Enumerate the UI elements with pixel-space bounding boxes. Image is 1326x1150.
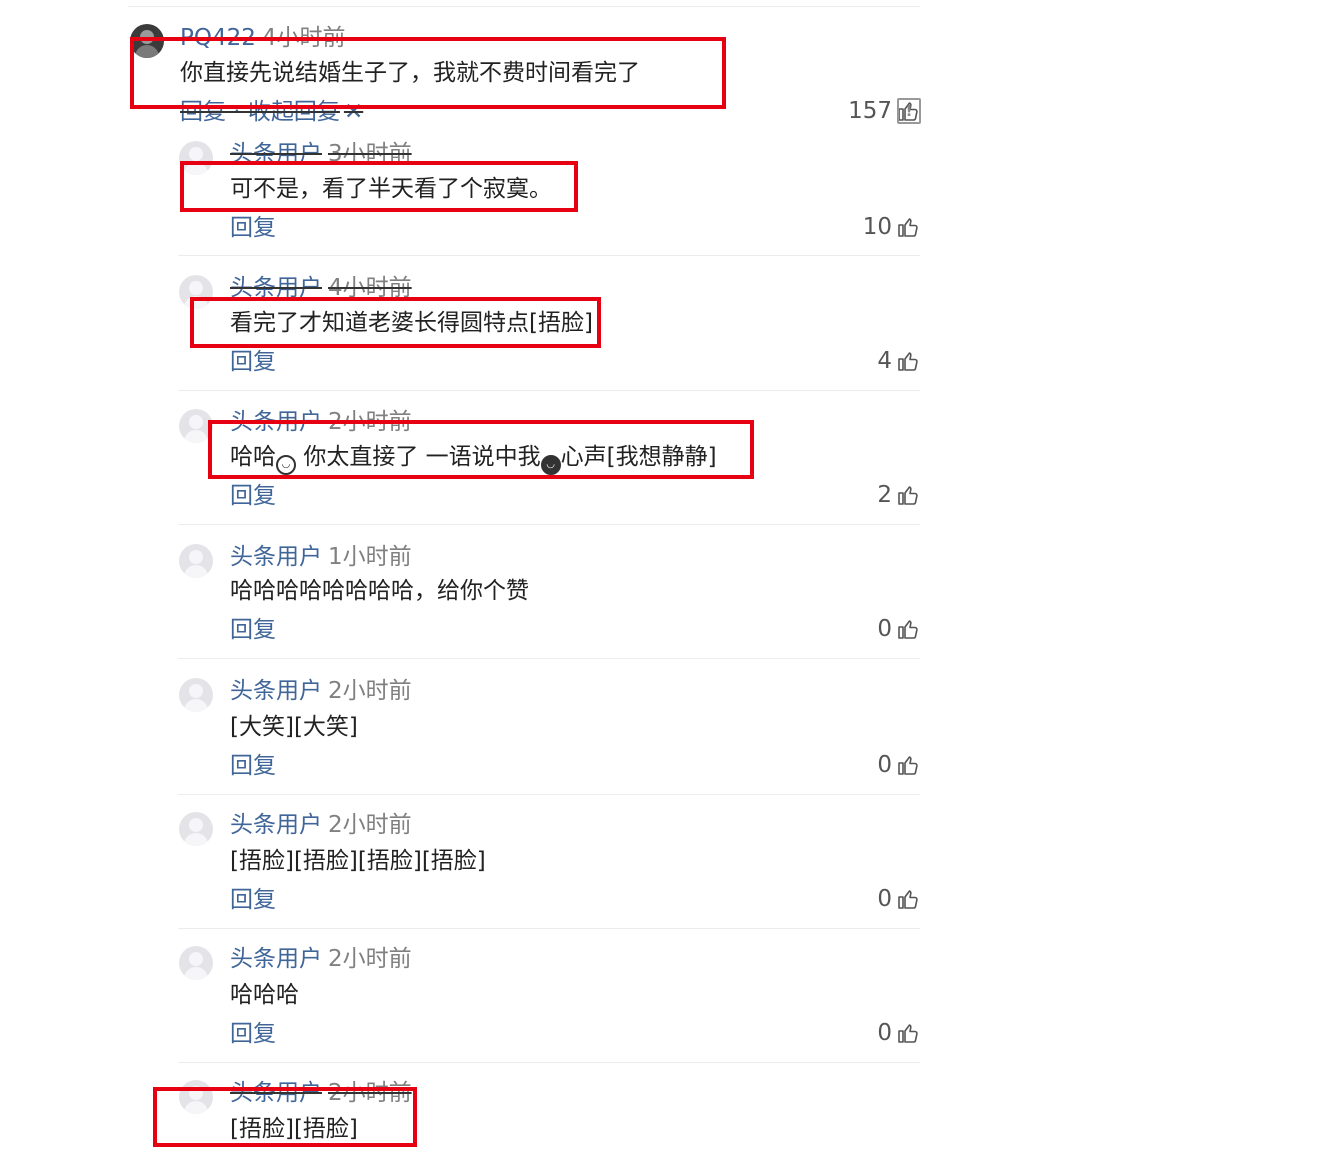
timestamp: 4小时前 bbox=[328, 275, 412, 301]
avatar[interactable] bbox=[179, 1080, 213, 1114]
reply-button[interactable]: 回复 bbox=[230, 482, 276, 510]
timestamp: 2小时前 bbox=[328, 409, 412, 435]
thumbs-up-icon bbox=[898, 756, 918, 775]
thumbs-up-icon bbox=[898, 620, 918, 639]
username[interactable]: 头条用户 bbox=[230, 678, 322, 704]
comment-meta: 头条用户 2小时前 bbox=[230, 945, 412, 973]
username[interactable]: 头条用户 bbox=[230, 946, 322, 972]
reply-button[interactable]: 回复 bbox=[230, 348, 276, 376]
username[interactable]: 头条用户 bbox=[230, 275, 322, 301]
timestamp: 2小时前 bbox=[328, 946, 412, 972]
reply-collapse-button[interactable]: 回复 · 收起回复 ✕ bbox=[180, 98, 363, 126]
comment-text: 看完了才知道老婆长得圆特点[捂脸] bbox=[230, 310, 593, 336]
thumbs-up-icon bbox=[898, 218, 918, 237]
comment-meta: PQ422 4小时前 bbox=[180, 24, 346, 52]
like-button[interactable]: 0 bbox=[877, 1018, 920, 1048]
comment-text: 哈哈哈 bbox=[230, 982, 299, 1008]
avatar[interactable] bbox=[179, 275, 213, 309]
avatar[interactable] bbox=[179, 678, 213, 712]
like-count: 157 bbox=[848, 98, 892, 124]
thumbs-up-icon bbox=[898, 890, 918, 909]
reply-button[interactable]: 回复 bbox=[230, 616, 276, 644]
comment-meta: 头条用户 2小时前 bbox=[230, 677, 412, 705]
comment-meta: 头条用户 2小时前 bbox=[230, 408, 412, 436]
like-count: 10 bbox=[862, 214, 892, 240]
username[interactable]: 头条用户 bbox=[230, 409, 322, 435]
comment-text: 哈哈 ◡ 你太直接了 一语说中我 ◡ 心声[我想静静] bbox=[230, 442, 717, 475]
timestamp: 2小时前 bbox=[328, 678, 412, 704]
comment-text: [捂脸][捂脸] bbox=[230, 1116, 358, 1142]
timestamp: 3小时前 bbox=[328, 141, 412, 167]
reply-button[interactable]: 回复 bbox=[230, 1020, 276, 1048]
username[interactable]: 头条用户 bbox=[230, 544, 322, 570]
divider bbox=[178, 524, 920, 525]
comment-meta: 头条用户 4小时前 bbox=[230, 274, 412, 302]
report-icon[interactable]: ! bbox=[897, 98, 921, 124]
like-button[interactable]: 0 bbox=[877, 750, 920, 780]
text-part: 哈哈 bbox=[230, 444, 276, 470]
username[interactable]: 头条用户 bbox=[230, 1080, 322, 1106]
like-button[interactable]: 4 bbox=[877, 346, 920, 376]
like-button[interactable]: 0 bbox=[877, 614, 920, 644]
divider bbox=[178, 390, 920, 391]
avatar[interactable] bbox=[179, 946, 213, 980]
timestamp: 2小时前 bbox=[328, 1080, 412, 1106]
reply-label: 回复 · 收起回复 bbox=[180, 99, 340, 125]
like-count: 0 bbox=[877, 1020, 892, 1046]
grin-emoji-icon: ◡ bbox=[276, 455, 296, 475]
thumbs-up-icon bbox=[898, 486, 918, 505]
comment-meta: 头条用户 2小时前 bbox=[230, 1079, 412, 1107]
comment-meta: 头条用户 1小时前 bbox=[230, 543, 412, 571]
avatar[interactable] bbox=[130, 24, 164, 58]
text-part: 心声[我想静静] bbox=[560, 444, 717, 470]
close-x-icon[interactable]: ✕ bbox=[344, 99, 363, 125]
avatar[interactable] bbox=[179, 544, 213, 578]
reply-button[interactable]: 回复 bbox=[230, 886, 276, 914]
comment-text: 可不是，看了半天看了个寂寞。 bbox=[230, 176, 552, 202]
thumbs-up-icon bbox=[898, 1024, 918, 1043]
timestamp: 2小时前 bbox=[328, 812, 412, 838]
comment-meta: 头条用户 2小时前 bbox=[230, 811, 412, 839]
comment-text: 你直接先说结婚生子了，我就不费时间看完了 bbox=[180, 60, 640, 86]
divider bbox=[178, 928, 920, 929]
like-count: 0 bbox=[877, 752, 892, 778]
laugh-emoji-icon: ◡ bbox=[540, 455, 561, 475]
comment-text: [捂脸][捂脸][捂脸][捂脸] bbox=[230, 848, 486, 874]
username[interactable]: 头条用户 bbox=[230, 812, 322, 838]
timestamp: 4小时前 bbox=[261, 25, 346, 51]
timestamp: 1小时前 bbox=[328, 544, 412, 570]
like-button[interactable]: 10 bbox=[863, 212, 920, 242]
username[interactable]: PQ422 bbox=[180, 25, 256, 51]
like-button[interactable]: 2 bbox=[877, 480, 920, 510]
divider bbox=[178, 1062, 920, 1063]
text-part: 你太直接了 一语说中我 bbox=[303, 444, 541, 470]
thumbs-up-icon bbox=[898, 352, 918, 371]
comment-meta: 头条用户 3小时前 bbox=[230, 140, 412, 168]
like-count: 4 bbox=[877, 348, 892, 374]
divider bbox=[178, 255, 920, 256]
divider bbox=[178, 658, 920, 659]
reply-button[interactable]: 回复 bbox=[230, 214, 276, 242]
like-count: 0 bbox=[877, 886, 892, 912]
comment-text: 哈哈哈哈哈哈哈哈，给你个赞 bbox=[230, 578, 529, 604]
reply-button[interactable]: 回复 bbox=[230, 752, 276, 780]
avatar[interactable] bbox=[179, 812, 213, 846]
like-count: 0 bbox=[877, 616, 892, 642]
comment-text: [大笑][大笑] bbox=[230, 714, 358, 740]
top-divider bbox=[128, 6, 920, 7]
like-count: 2 bbox=[877, 482, 892, 508]
avatar[interactable] bbox=[179, 141, 213, 175]
avatar[interactable] bbox=[179, 409, 213, 443]
like-button[interactable]: 0 bbox=[877, 884, 920, 914]
divider bbox=[178, 794, 920, 795]
username[interactable]: 头条用户 bbox=[230, 141, 322, 167]
